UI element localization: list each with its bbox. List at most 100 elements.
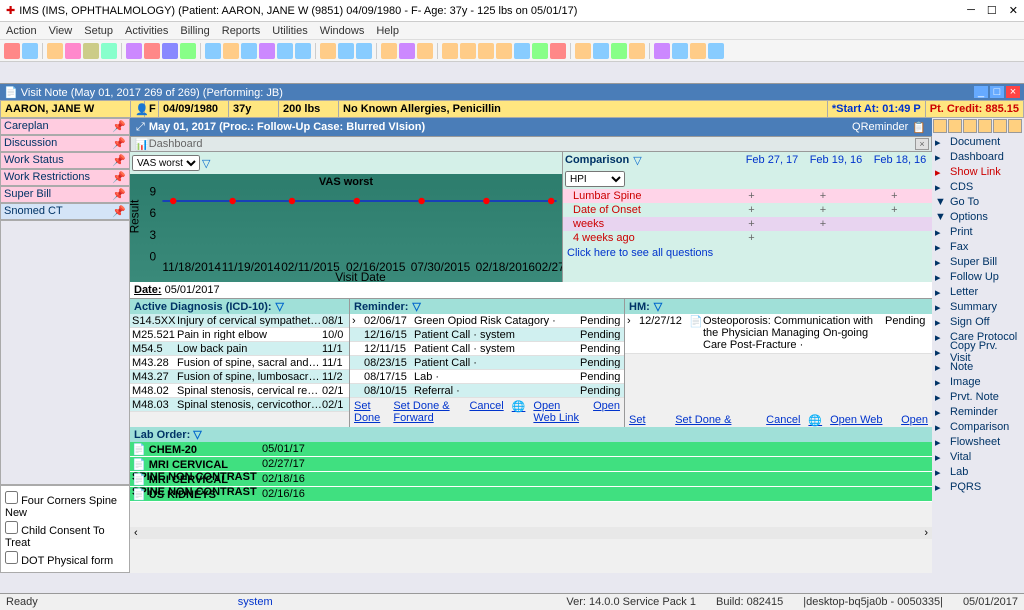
toolbar-icon[interactable] xyxy=(514,43,530,59)
qreminder-link[interactable]: QReminder xyxy=(852,121,908,133)
toolbar-icon[interactable] xyxy=(356,43,372,59)
diagnosis-row[interactable]: M54.5Low back pain11/1 xyxy=(130,342,349,356)
check-dot-physical[interactable]: DOT Physical form xyxy=(5,550,125,568)
toolbar-icon[interactable] xyxy=(277,43,293,59)
qreminder-icon[interactable]: 📋 xyxy=(912,121,926,134)
right-nav-item[interactable]: ▸Comparison xyxy=(932,419,1024,434)
toolbar-icon[interactable] xyxy=(83,43,99,59)
maximize-icon[interactable]: ☐ xyxy=(987,4,997,17)
pin-icon[interactable]: 📌 xyxy=(112,171,126,184)
right-btn[interactable] xyxy=(993,119,1007,133)
toolbar-icon[interactable] xyxy=(496,43,512,59)
toolbar-icon[interactable] xyxy=(550,43,566,59)
open-link[interactable]: Open xyxy=(593,400,620,424)
left-nav-item[interactable]: Work Restrictions📌 xyxy=(0,169,130,186)
toolbar-icon[interactable] xyxy=(144,43,160,59)
toolbar-icon[interactable] xyxy=(205,43,221,59)
lab-row[interactable]: 📄 US KIDNEYS02/16/16 xyxy=(130,487,932,502)
diagnosis-row[interactable]: S14.5XXInjury of cervical sympathetic ne… xyxy=(130,314,349,328)
toolbar-icon[interactable] xyxy=(101,43,117,59)
toolbar-icon[interactable] xyxy=(399,43,415,59)
toolbar-icon[interactable] xyxy=(417,43,433,59)
toolbar-icon[interactable] xyxy=(442,43,458,59)
expand-icon[interactable]: ⤢ xyxy=(136,121,145,134)
close-panel-icon[interactable]: × xyxy=(1006,86,1020,98)
right-btn[interactable] xyxy=(1008,119,1022,133)
filter-icon[interactable]: ▽ xyxy=(193,429,201,441)
toolbar-icon[interactable] xyxy=(47,43,63,59)
filter-icon[interactable]: ▽ xyxy=(654,300,662,313)
toolbar-icon[interactable] xyxy=(295,43,311,59)
pin-icon[interactable]: 📌 xyxy=(112,188,126,201)
open-web-link[interactable]: Open Web Link xyxy=(533,400,585,424)
toolbar-icon[interactable] xyxy=(708,43,724,59)
filter-icon[interactable]: ▽ xyxy=(202,157,210,170)
reminder-row[interactable]: 08/23/15Patient Call ·Pending xyxy=(350,356,624,370)
menu-activities[interactable]: Activities xyxy=(125,25,168,37)
left-nav-item[interactable]: Work Status📌 xyxy=(0,152,130,169)
right-nav-item[interactable]: ▸Show Link xyxy=(932,164,1024,179)
reminder-row[interactable]: 08/17/15Lab ·Pending xyxy=(350,370,624,384)
menu-view[interactable]: View xyxy=(49,25,73,37)
filter-icon[interactable]: ▽ xyxy=(633,154,641,167)
right-nav-item[interactable]: ▸Vital xyxy=(932,449,1024,464)
diagnosis-row[interactable]: M48.03Spinal stenosis, cervicothoracic r… xyxy=(130,398,349,412)
toolbar-icon[interactable] xyxy=(65,43,81,59)
right-nav-item[interactable]: ▸Super Bill xyxy=(932,254,1024,269)
set-done-link[interactable]: Set Done xyxy=(354,400,385,424)
check-child-consent[interactable]: Child Consent To Treat xyxy=(5,520,125,550)
chart-metric-select[interactable]: VAS worst xyxy=(132,155,200,171)
right-btn[interactable] xyxy=(963,119,977,133)
minimize-icon[interactable]: ─ xyxy=(967,4,975,17)
diagnosis-row[interactable]: M43.27Fusion of spine, lumbosacral regio… xyxy=(130,370,349,384)
right-nav-item[interactable]: ▸Summary xyxy=(932,299,1024,314)
left-nav-item[interactable]: Careplan📌 xyxy=(0,118,130,135)
right-nav-item[interactable]: ▸Follow Up xyxy=(932,269,1024,284)
left-nav-item[interactable]: Discussion📌 xyxy=(0,135,130,152)
toolbar-icon[interactable] xyxy=(478,43,494,59)
right-nav-item[interactable]: ▸Reminder xyxy=(932,404,1024,419)
reminder-row[interactable]: 08/10/15Referral ·Pending xyxy=(350,384,624,398)
pin-icon[interactable]: 📌 xyxy=(112,154,126,167)
right-nav-item[interactable]: ▸Dashboard xyxy=(932,149,1024,164)
right-nav-item[interactable]: ▸PQRS xyxy=(932,479,1024,494)
right-btn[interactable] xyxy=(978,119,992,133)
left-nav-item[interactable]: Super Bill📌 xyxy=(0,186,130,203)
right-nav-item[interactable]: ▸Flowsheet xyxy=(932,434,1024,449)
menu-help[interactable]: Help xyxy=(376,25,399,37)
right-nav-item[interactable]: ▸Sign Off xyxy=(932,314,1024,329)
maximize-panel-icon[interactable]: □ xyxy=(990,86,1004,98)
right-nav-item[interactable]: ▸CDS xyxy=(932,179,1024,194)
toolbar-icon[interactable] xyxy=(672,43,688,59)
lab-row[interactable]: 📄 MRI CERVICAL SPINE NON CONTRAST02/27/1… xyxy=(130,457,932,472)
right-btn[interactable] xyxy=(933,119,947,133)
lab-row[interactable]: 📄 CHEM-2005/01/17 xyxy=(130,442,932,457)
right-nav-item[interactable]: ▸Document xyxy=(932,134,1024,149)
toolbar-icon[interactable] xyxy=(611,43,627,59)
toolbar-icon[interactable] xyxy=(259,43,275,59)
pin-icon[interactable]: 📌 xyxy=(112,120,126,133)
patient-icon[interactable]: 👤 xyxy=(131,101,145,117)
toolbar-icon[interactable] xyxy=(162,43,178,59)
horiz-scrollbar[interactable]: ‹› xyxy=(130,527,932,539)
toolbar-icon[interactable] xyxy=(593,43,609,59)
left-nav-item[interactable]: Snomed CT📌 xyxy=(0,203,130,220)
toolbar-icon[interactable] xyxy=(320,43,336,59)
menu-reports[interactable]: Reports xyxy=(222,25,261,37)
see-all-questions-link[interactable]: Click here to see all questions xyxy=(563,245,932,261)
right-nav-item[interactable]: ▼Options xyxy=(932,209,1024,224)
diagnosis-row[interactable]: M48.02Spinal stenosis, cervical region02… xyxy=(130,384,349,398)
toolbar-icon[interactable] xyxy=(338,43,354,59)
menu-setup[interactable]: Setup xyxy=(84,25,113,37)
menu-windows[interactable]: Windows xyxy=(320,25,365,37)
menu-billing[interactable]: Billing xyxy=(180,25,209,37)
right-nav-item[interactable]: ▸Copy Prv. Visit xyxy=(932,344,1024,359)
check-four-corners[interactable]: Four Corners Spine New xyxy=(5,490,125,520)
menu-utilities[interactable]: Utilities xyxy=(272,25,307,37)
toolbar-icon[interactable] xyxy=(629,43,645,59)
toolbar-icon[interactable] xyxy=(654,43,670,59)
toolbar-icon[interactable] xyxy=(532,43,548,59)
toolbar-icon[interactable] xyxy=(22,43,38,59)
filter-icon[interactable]: ▽ xyxy=(276,300,284,313)
toolbar-icon[interactable] xyxy=(223,43,239,59)
